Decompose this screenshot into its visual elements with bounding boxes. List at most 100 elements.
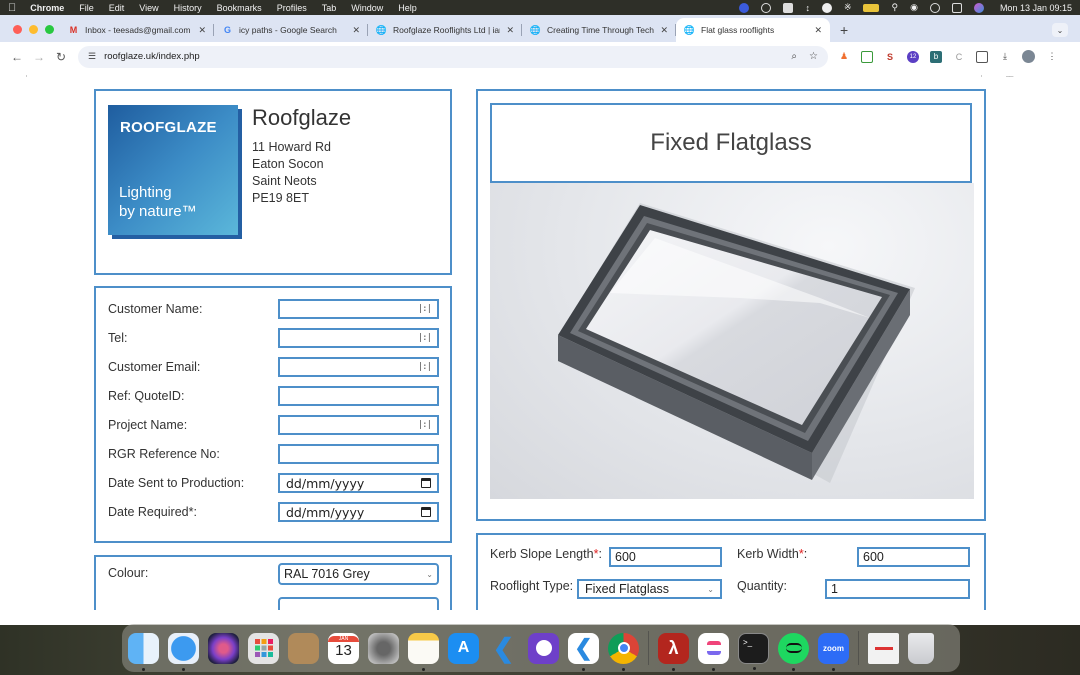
project-name-input[interactable]: |:| <box>278 415 439 435</box>
system-settings-icon[interactable] <box>368 632 399 664</box>
date-required-input[interactable]: dd/mm/yyyy <box>278 502 439 522</box>
extension-ci-icon[interactable]: C <box>953 51 965 63</box>
hammer-icon[interactable] <box>783 2 794 13</box>
tab-creating-time[interactable]: 🌐 Creating Time Through Techn ✕ <box>522 18 676 42</box>
running-indicator <box>753 666 756 670</box>
url-text[interactable]: roofglaze.uk/index.php <box>104 51 200 62</box>
tel-input[interactable]: |:| <box>278 328 439 348</box>
customer-name-input[interactable]: |:| <box>278 299 439 319</box>
extension-chess-icon[interactable]: ♟ <box>838 51 850 63</box>
menu-help[interactable]: Help <box>398 3 417 13</box>
bluetooth-icon[interactable]: ※ <box>844 2 852 13</box>
site-settings-icon[interactable]: ☰ <box>88 51 96 62</box>
user-icon[interactable] <box>929 2 940 13</box>
extension-badge-icon[interactable]: 12 <box>907 50 919 63</box>
new-tab-button[interactable]: + <box>840 18 848 42</box>
contacts-icon[interactable] <box>288 632 319 664</box>
downloads-icon[interactable]: ⤓ <box>999 51 1011 63</box>
menu-edit[interactable]: Edit <box>109 3 125 13</box>
autofill-key-icon[interactable]: |:| <box>418 304 432 314</box>
colour-select[interactable]: RAL 7016 Grey ⌄ <box>278 563 439 585</box>
menu-history[interactable]: History <box>174 3 202 13</box>
tel-row: Tel: |:| <box>108 328 440 348</box>
close-tab-icon[interactable]: ✕ <box>814 25 822 36</box>
bookmark-star-icon[interactable]: ☆ <box>809 51 818 62</box>
kerb-slope-length-input[interactable]: 600 <box>609 547 722 567</box>
apple-menu-icon[interactable]:  <box>8 2 16 14</box>
autofill-key-icon[interactable]: |:| <box>418 362 432 372</box>
next-option-select[interactable] <box>278 597 439 610</box>
battery-icon[interactable] <box>863 3 880 12</box>
address-bar[interactable]: ☰ roofglaze.uk/index.php ⌕ ☆ <box>78 45 828 68</box>
chrome-menu-icon[interactable]: ⋮ <box>1046 51 1058 63</box>
forward-button[interactable]: → <box>28 50 50 64</box>
close-tab-icon[interactable]: ✕ <box>198 25 206 36</box>
menu-app-name[interactable]: Chrome <box>30 3 64 13</box>
tab-gmail-inbox[interactable]: M Inbox - teesads@gmail.com - ✕ <box>60 18 214 42</box>
autofill-key-icon[interactable]: |:| <box>418 420 432 430</box>
profile-avatar[interactable] <box>1022 50 1035 63</box>
minimize-window-button[interactable] <box>29 25 38 34</box>
safari-icon[interactable] <box>168 632 199 671</box>
customer-email-input[interactable]: |:| <box>278 357 439 377</box>
siri-dock-icon[interactable] <box>208 632 239 664</box>
trash-icon[interactable] <box>908 632 934 664</box>
creative-cloud-icon[interactable] <box>761 2 772 13</box>
notes-icon[interactable] <box>408 632 439 671</box>
close-window-button[interactable] <box>13 25 22 34</box>
calendar-icon[interactable]: JAN 13 <box>328 632 359 664</box>
kagi-icon[interactable] <box>821 2 832 13</box>
vscode-icon[interactable]: ❮ <box>488 633 519 664</box>
control-center-icon[interactable] <box>951 2 962 13</box>
extension-b-icon[interactable]: b <box>930 50 942 63</box>
finder-icon[interactable] <box>128 632 159 671</box>
menu-tab[interactable]: Tab <box>322 3 337 13</box>
calendar-icon[interactable] <box>421 507 431 517</box>
menu-clock[interactable]: Mon 13 Jan 09:15 <box>1000 3 1072 13</box>
zoom-status-icon[interactable] <box>739 2 750 13</box>
tab-google-search[interactable]: G icy paths - Google Search ✕ <box>214 18 368 42</box>
kerb-width-input[interactable]: 600 <box>857 547 970 567</box>
menu-view[interactable]: View <box>139 3 158 13</box>
pdf-document-icon[interactable] <box>868 632 899 664</box>
quantity-input[interactable]: 1 <box>825 579 970 599</box>
wifi-icon[interactable]: ◉ <box>910 2 918 13</box>
rgr-reference-input[interactable] <box>278 444 439 464</box>
quote-id-input[interactable] <box>278 386 439 406</box>
menu-window[interactable]: Window <box>351 3 383 13</box>
tab-flat-glass-rooflights[interactable]: 🌐 Flat glass rooflights ✕ <box>676 18 830 42</box>
siri-icon[interactable] <box>973 2 984 13</box>
vpn-icon[interactable]: ↕ <box>805 3 810 13</box>
acrobat-icon[interactable]: λ <box>658 632 689 671</box>
menu-file[interactable]: File <box>79 3 94 13</box>
reload-button[interactable]: ↻ <box>50 50 72 64</box>
zoom-magnifier-icon[interactable]: ⌕ <box>791 51 797 62</box>
launchpad-icon[interactable] <box>248 632 279 664</box>
date-sent-input[interactable]: dd/mm/yyyy <box>278 473 439 493</box>
calendar-icon[interactable] <box>421 478 431 488</box>
tab-roofglaze-rooflights[interactable]: 🌐 Roofglaze Rooflights Ltd | ian ✕ <box>368 18 522 42</box>
menu-profiles[interactable]: Profiles <box>277 3 307 13</box>
autofill-key-icon[interactable]: |:| <box>418 333 432 343</box>
close-tab-icon[interactable]: ✕ <box>660 25 668 36</box>
menu-bookmarks[interactable]: Bookmarks <box>217 3 262 13</box>
spotify-icon[interactable] <box>778 632 809 671</box>
zoom-app-icon[interactable]: zoom <box>818 632 849 671</box>
extension-screenshot-icon[interactable] <box>861 50 873 63</box>
vscode-insiders-icon[interactable]: ❮ <box>568 632 599 671</box>
close-tab-icon[interactable]: ✕ <box>506 25 514 36</box>
app-store-icon[interactable]: A <box>448 632 479 664</box>
back-button[interactable]: ← <box>6 50 28 64</box>
github-desktop-icon[interactable] <box>528 632 559 664</box>
extension-s-icon[interactable]: S <box>884 51 896 63</box>
zoom-window-button[interactable] <box>45 25 54 34</box>
rooflight-type-select[interactable]: Fixed Flatglass ⌄ <box>577 579 722 599</box>
date-sent-row: Date Sent to Production: dd/mm/yyyy <box>108 473 440 493</box>
tab-search-chevron-icon[interactable]: ⌄ <box>1052 23 1068 37</box>
clickup-icon[interactable] <box>698 632 729 671</box>
spotlight-icon[interactable]: ⚲ <box>891 2 898 13</box>
chrome-icon[interactable] <box>608 632 639 671</box>
extensions-puzzle-icon[interactable] <box>976 50 988 63</box>
close-tab-icon[interactable]: ✕ <box>352 25 360 36</box>
terminal-icon[interactable]: >_ <box>738 632 769 670</box>
